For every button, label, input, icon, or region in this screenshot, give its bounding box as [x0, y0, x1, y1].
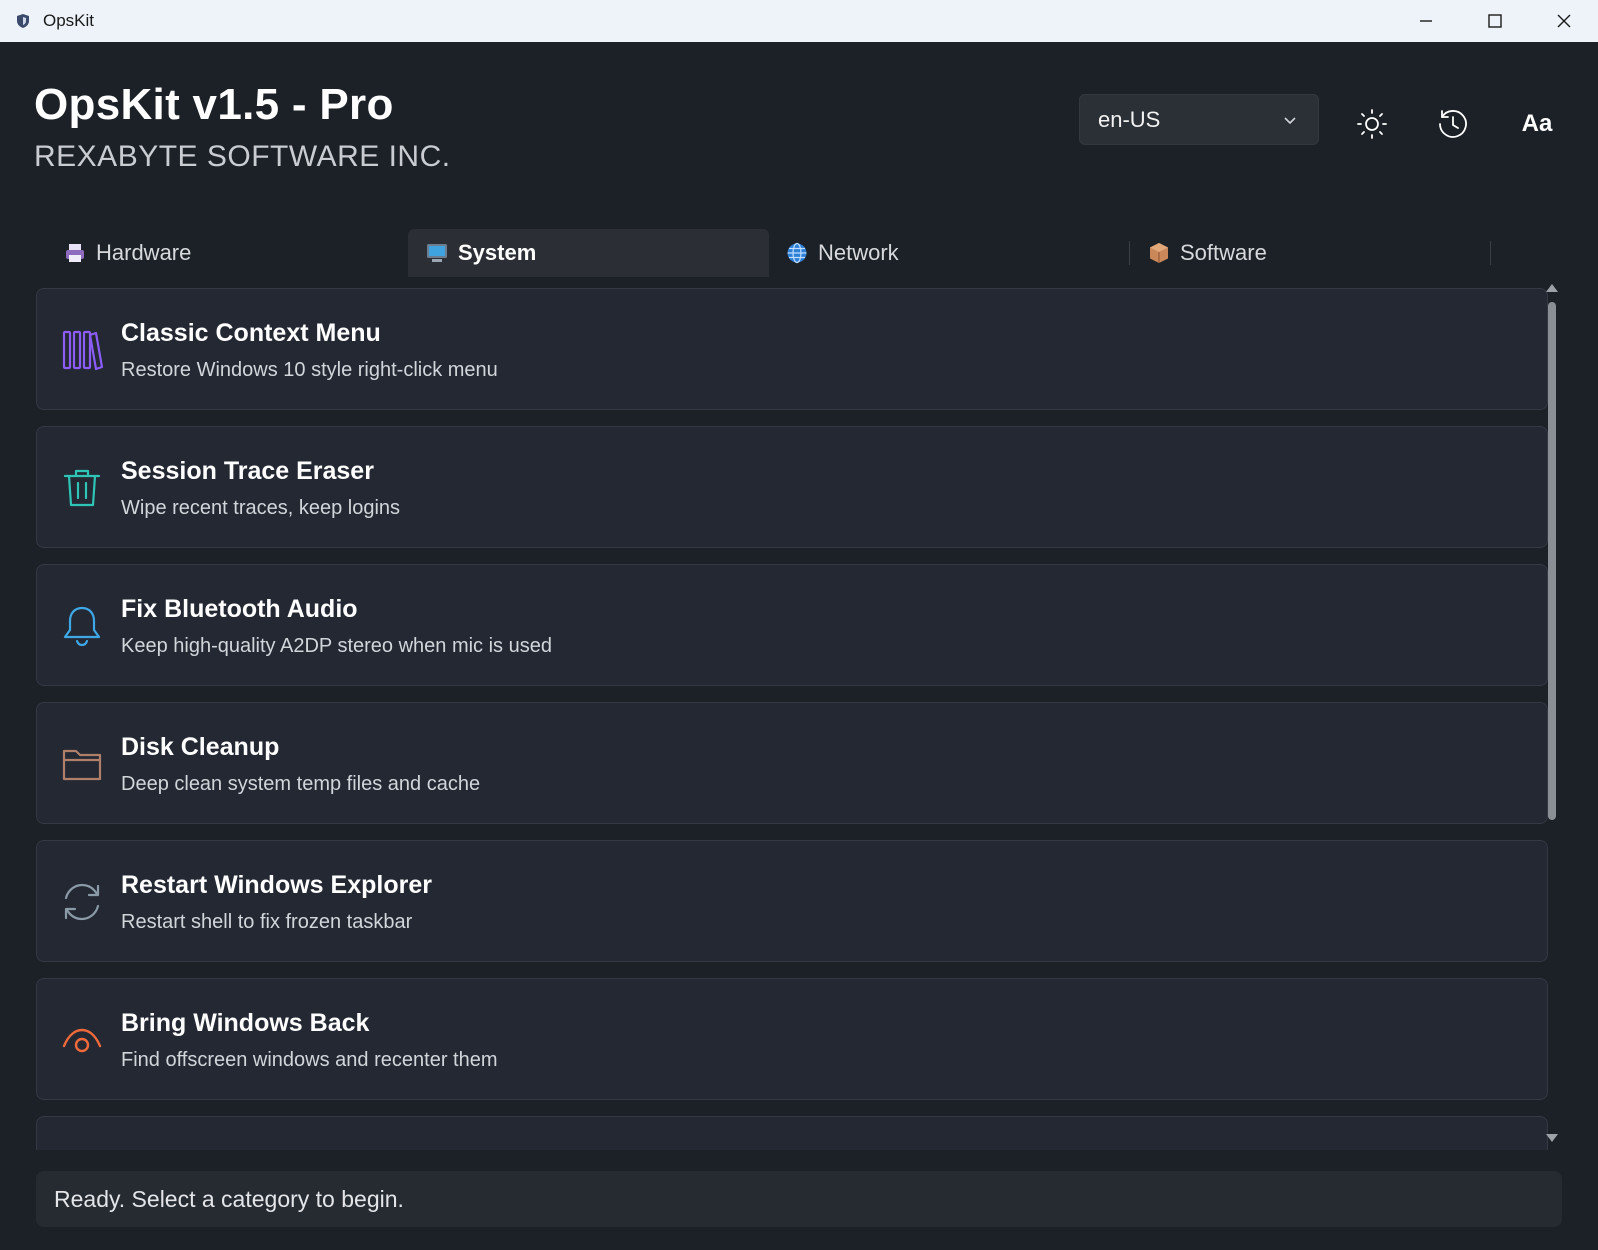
app-title: OpsKit v1.5 - Pro: [34, 80, 394, 129]
tool-title: Restart Windows Explorer: [121, 871, 432, 899]
maximize-button[interactable]: [1460, 0, 1529, 42]
close-icon: [1557, 14, 1570, 28]
history-button[interactable]: [1435, 106, 1471, 142]
language-dropdown[interactable]: en-US: [1079, 94, 1319, 145]
tool-description: Wipe recent traces, keep logins: [121, 497, 401, 519]
status-text: Ready. Select a category to begin.: [54, 1185, 404, 1212]
tool-card-session-trace-eraser[interactable]: Session Trace Eraser Wipe recent traces,…: [36, 426, 1548, 548]
tool-card-classic-context-menu[interactable]: Classic Context Menu Restore Windows 10 …: [36, 288, 1548, 410]
chevron-down-icon: [1284, 117, 1296, 125]
scroll-down-icon[interactable]: [1544, 1132, 1560, 1144]
history-icon: [1439, 110, 1467, 138]
package-icon: [1148, 242, 1170, 264]
tab-hardware[interactable]: Hardware: [46, 229, 407, 277]
window-title: OpsKit: [43, 11, 95, 30]
app-shield-icon: [17, 14, 29, 28]
window-controls: [1391, 0, 1598, 42]
tool-title: Classic Context Menu: [121, 319, 381, 347]
printer-icon: [64, 242, 86, 264]
tool-card-partial[interactable]: [36, 1116, 1548, 1150]
tool-title: Fix Bluetooth Audio: [121, 595, 358, 623]
tool-card-bring-windows-back[interactable]: Bring Windows Back Find offscreen window…: [36, 978, 1548, 1100]
tool-card-restart-windows-explorer[interactable]: Restart Windows Explorer Restart shell t…: [36, 840, 1548, 962]
tool-description: Restart shell to fix frozen taskbar: [121, 911, 413, 933]
tab-label: Hardware: [96, 240, 192, 265]
scroll-up-icon[interactable]: [1544, 282, 1560, 294]
tab-network[interactable]: Network: [768, 229, 1129, 277]
scroll-thumb[interactable]: [1548, 302, 1556, 820]
tool-card-fix-bluetooth-audio[interactable]: Fix Bluetooth Audio Keep high-quality A2…: [36, 564, 1548, 686]
language-selected: en-US: [1098, 106, 1161, 132]
font-size-button[interactable]: Aa: [1512, 106, 1562, 142]
maximize-icon: [1487, 14, 1502, 28]
tab-label: System: [458, 240, 537, 265]
refresh-icon: [64, 883, 100, 921]
globe-icon: [786, 242, 808, 264]
books-icon: [62, 330, 103, 371]
tool-description: Deep clean system temp files and cache: [121, 773, 481, 795]
tool-list: Classic Context Menu Restore Windows 10 …: [36, 288, 1548, 1150]
minimize-button[interactable]: [1391, 0, 1460, 42]
status-bar: Ready. Select a category to begin.: [36, 1171, 1562, 1227]
tool-title: Session Trace Eraser: [121, 457, 374, 485]
trash-icon: [63, 469, 101, 507]
title-bar: OpsKit: [0, 0, 1598, 42]
tab-label: Network: [818, 240, 899, 265]
tab-divider: [1490, 241, 1491, 265]
bell-icon: [63, 606, 101, 647]
tool-card-disk-cleanup[interactable]: Disk Cleanup Deep clean system temp file…: [36, 702, 1548, 824]
monitor-icon: [426, 242, 448, 264]
tool-title: Disk Cleanup: [121, 733, 280, 761]
company-name: REXABYTE SOFTWARE INC.: [34, 140, 451, 173]
tool-description: Find offscreen windows and recenter them: [121, 1049, 498, 1071]
tool-title: Bring Windows Back: [121, 1009, 370, 1037]
tab-system[interactable]: System: [408, 229, 769, 277]
font-size-icon: Aa: [1521, 110, 1553, 137]
list-scrollbar[interactable]: [1542, 282, 1562, 1146]
category-tabs: Hardware System Network Software: [46, 229, 1560, 277]
tool-description: Keep high-quality A2DP stereo when mic i…: [121, 635, 552, 657]
close-button[interactable]: [1529, 0, 1598, 42]
eye-icon: [62, 1028, 102, 1053]
tab-software[interactable]: Software: [1130, 229, 1491, 277]
tool-description: Restore Windows 10 style right-click men…: [121, 359, 498, 381]
sun-icon: [1357, 109, 1387, 139]
tab-label: Software: [1180, 240, 1267, 265]
minimize-icon: [1419, 20, 1432, 22]
theme-toggle-button[interactable]: [1354, 106, 1390, 142]
folder-icon: [62, 749, 102, 781]
